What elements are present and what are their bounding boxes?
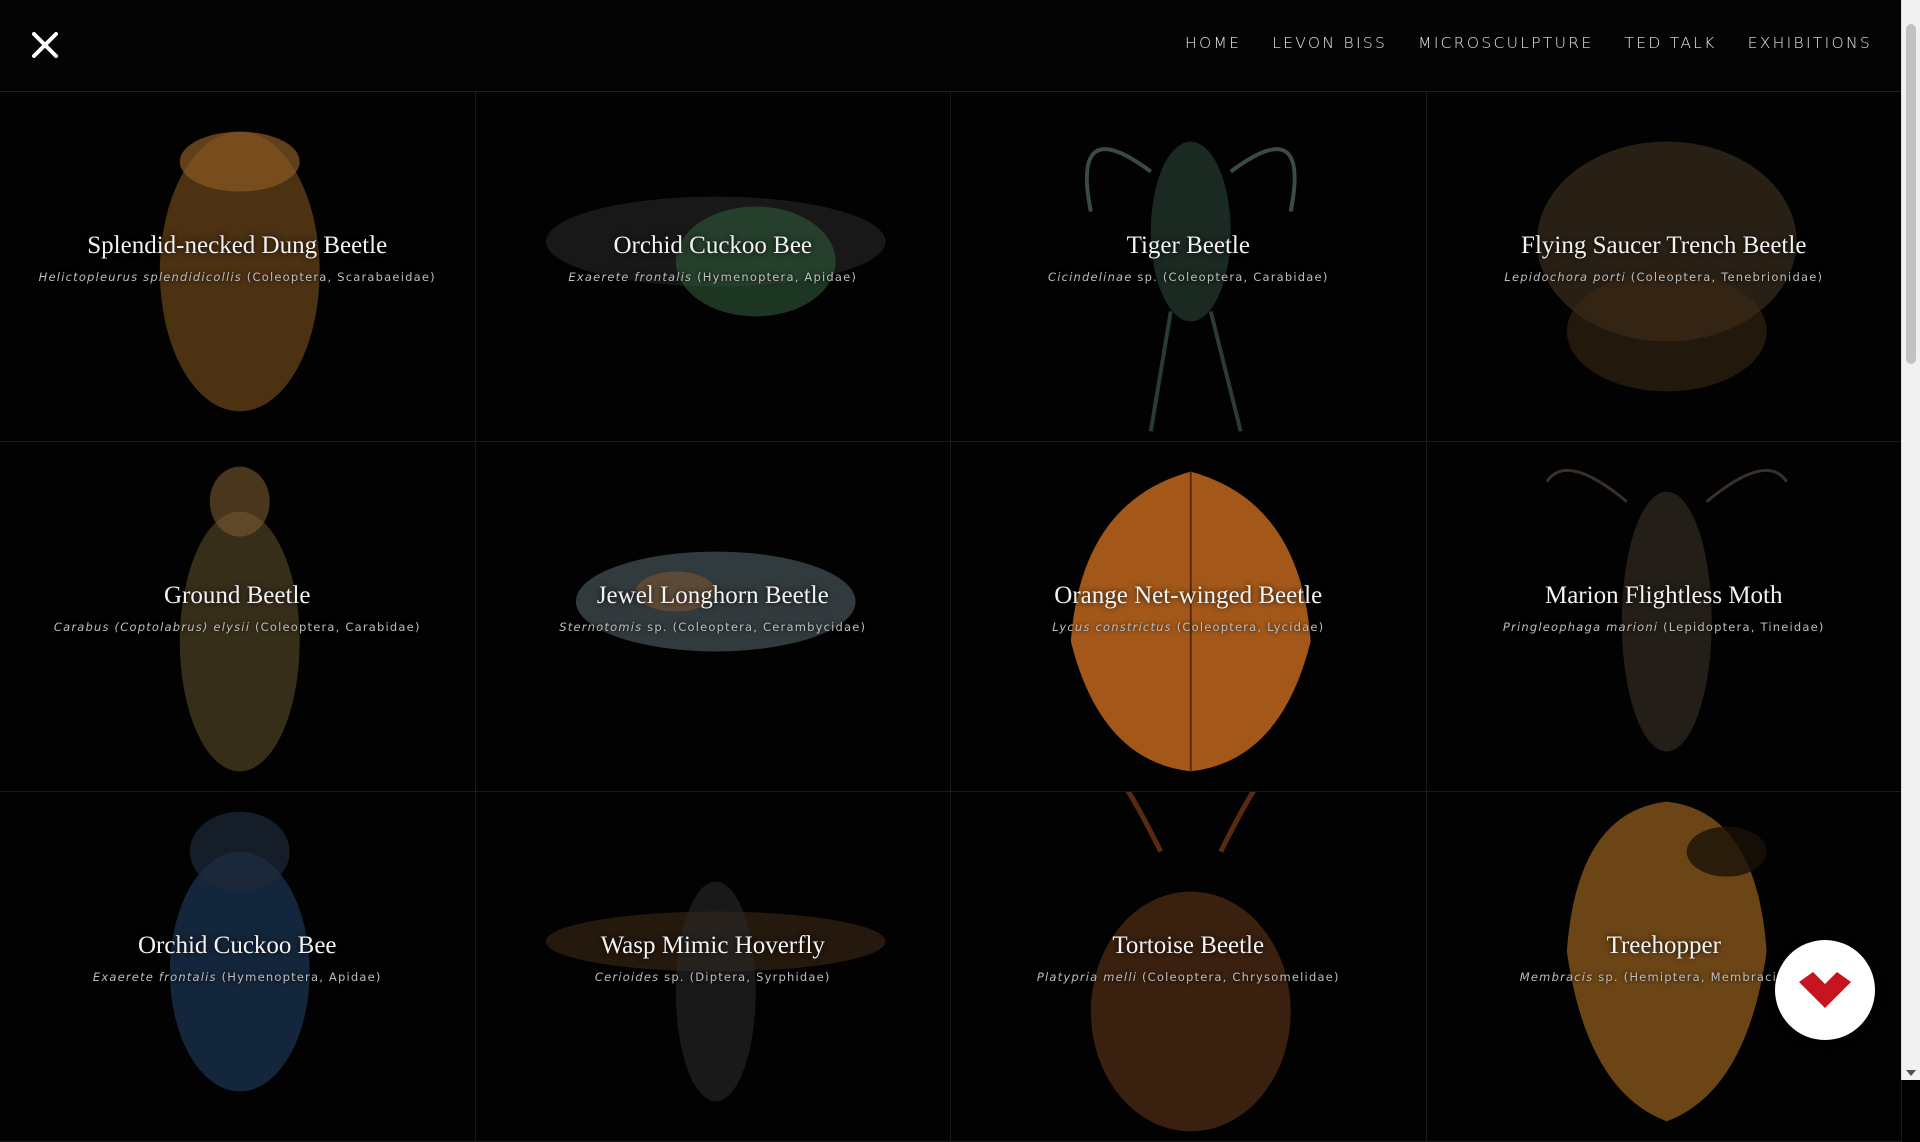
brand-chat-button[interactable] [1775,940,1875,1040]
specimen-photo [1536,141,1797,392]
specimen-tile[interactable]: Marion Flightless Moth Pringleophaga mari… [1426,442,1902,792]
specimen-tile[interactable]: Orchid Cuckoo Bee Exaerete frontalis (Hym… [475,92,951,442]
nav-exhibitions[interactable]: EXHIBITIONS [1748,34,1872,52]
specimen-photo [159,131,320,412]
specimen-tile[interactable]: Tortoise Beetle Platypria melli (Coleopte… [951,792,1427,1142]
nav-levon-biss[interactable]: LEVON BISS [1272,34,1387,52]
specimen-photo [1090,792,1291,1132]
specimen-tile[interactable]: Flying Saucer Trench Beetle Lepidochora p… [1426,92,1902,442]
specimen-tile[interactable]: Splendid-necked Dung Beetle Helictopleuru… [0,92,476,442]
specimen-tile[interactable]: Jewel Longhorn Beetle Sternotomis sp. (Co… [475,442,951,792]
specimen-tile[interactable]: Orange Net-winged Beetle Lycus constrictu… [951,442,1427,792]
top-navigation-bar: HOME LEVON BISS MICROSCULPTURE TED TALK … [0,0,1902,92]
nav-microsculpture[interactable]: MICROSCULPTURE [1418,34,1593,52]
specimen-tile[interactable]: Orchid Cuckoo Bee Exaerete frontalis (Hym… [0,792,476,1142]
brand-logo-icon [1799,972,1851,1008]
specimen-tile[interactable]: Tiger Beetle Cicindelinae sp. (Coleoptera… [951,92,1427,442]
specimen-photo [575,551,856,652]
scrollbar-thumb[interactable] [1906,24,1916,364]
scrollbar[interactable] [1901,0,1920,1080]
specimen-photo [1070,471,1311,772]
specimen-photo [169,811,310,1092]
scroll-down-arrow-icon[interactable] [1906,1070,1916,1076]
specimen-gallery-grid: Splendid-necked Dung Beetle Helictopleuru… [0,92,1902,1142]
specimen-tile[interactable]: Ground Beetle Carabus (Coptolabrus) elysi… [0,442,476,792]
main-nav: HOME LEVON BISS MICROSCULPTURE TED TALK … [1185,34,1872,52]
specimen-photo [1545,468,1788,752]
specimen-photo [545,196,886,317]
nav-ted-talk[interactable]: TED TALK [1624,34,1716,52]
nav-home[interactable]: HOME [1185,34,1241,52]
close-icon[interactable] [28,28,62,62]
specimen-photo [179,466,300,772]
specimen-photo [545,881,886,1102]
specimen-photo [1084,141,1297,432]
specimen-tile[interactable]: Wasp Mimic Hoverfly Cerioides sp. (Dipter… [475,792,951,1142]
